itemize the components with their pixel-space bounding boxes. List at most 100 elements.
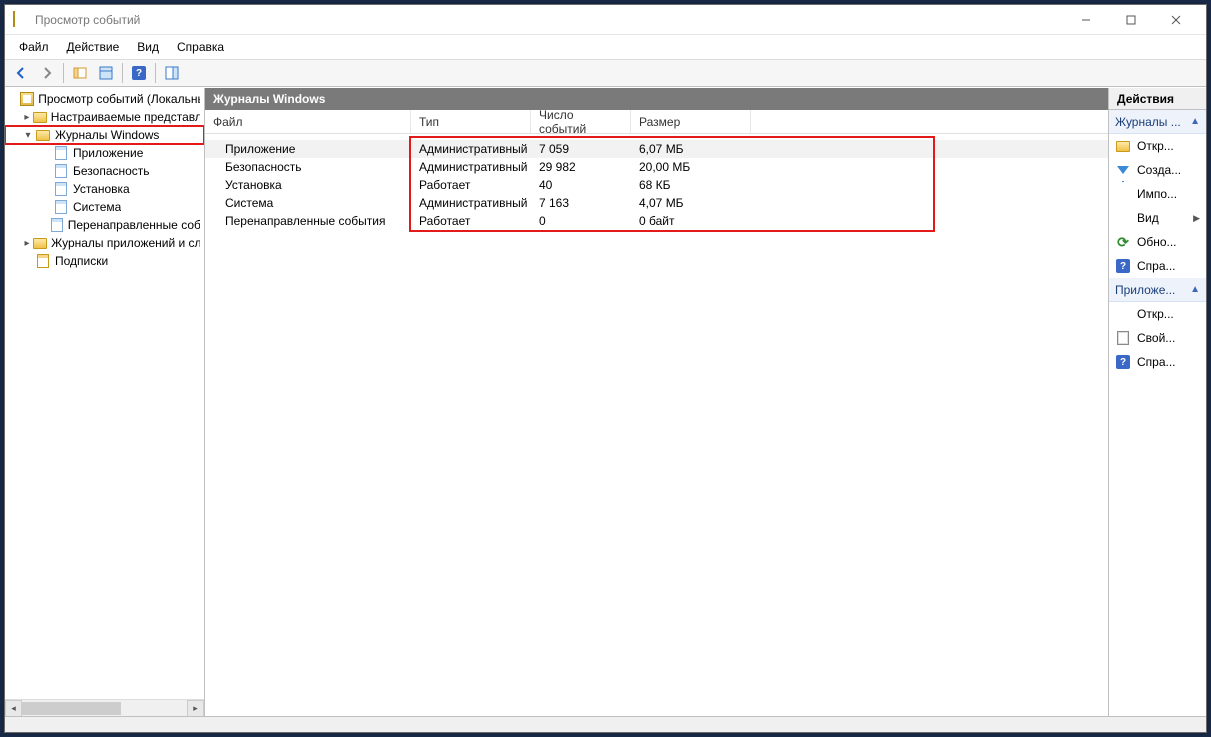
col-size[interactable]: Размер	[631, 110, 751, 133]
cell-name: Перенаправленные события	[205, 214, 411, 228]
scroll-track[interactable]	[22, 700, 187, 717]
tree-system[interactable]: Система	[5, 198, 204, 216]
toolbar: ?	[5, 59, 1206, 87]
nav-tree[interactable]: Просмотр событий (Локальный) ▸ Настраива…	[5, 88, 204, 699]
toolbar-separator	[63, 63, 64, 83]
cell-name: Приложение	[205, 142, 411, 156]
help-icon: ?	[1115, 354, 1131, 370]
tree-custom-views[interactable]: ▸ Настраиваемые представления	[5, 108, 204, 126]
cell-name: Система	[205, 196, 411, 210]
cell-type: Административный	[411, 196, 531, 210]
maximize-button[interactable]	[1108, 6, 1153, 34]
list-row[interactable]: СистемаАдминистративный7 1634,07 МБ	[205, 194, 1108, 212]
list-row[interactable]: ПриложениеАдминистративный7 0596,07 МБ	[205, 140, 1108, 158]
collapse-icon: ▲	[1190, 284, 1200, 295]
center-title: Журналы Windows	[205, 88, 1108, 110]
folder-icon	[33, 109, 47, 125]
cell-type: Работает	[411, 178, 531, 192]
action-group-logs[interactable]: Журналы ... ▲	[1109, 110, 1206, 134]
list-row[interactable]: БезопасностьАдминистративный29 98220,00 …	[205, 158, 1108, 176]
refresh-icon: ⟳	[1115, 234, 1131, 250]
action-import-view[interactable]: Импо...	[1109, 182, 1206, 206]
tree-subscriptions[interactable]: Подписки	[5, 252, 204, 270]
col-type[interactable]: Тип	[411, 110, 531, 133]
action-group-label: Журналы ...	[1115, 115, 1181, 129]
chevron-right-icon[interactable]: ▸	[21, 112, 33, 123]
help-icon: ?	[1115, 258, 1131, 274]
chevron-right-icon[interactable]: ▸	[21, 238, 33, 249]
cell-name: Установка	[205, 178, 411, 192]
action-view-submenu[interactable]: Вид ▶	[1109, 206, 1206, 230]
forward-button[interactable]	[35, 61, 59, 85]
tree-app-services[interactable]: ▸ Журналы приложений и служб	[5, 234, 204, 252]
cell-size: 6,07 МБ	[631, 142, 751, 156]
tree-root[interactable]: Просмотр событий (Локальный)	[5, 90, 204, 108]
center-pane: Журналы Windows Файл Тип Число событий Р…	[205, 88, 1109, 716]
cell-size: 20,00 МБ	[631, 160, 751, 174]
properties-icon	[1115, 330, 1131, 346]
log-listview[interactable]: Файл Тип Число событий Размер Приложение…	[205, 110, 1108, 716]
list-row[interactable]: Перенаправленные событияРаботает00 байт	[205, 212, 1108, 230]
action-help[interactable]: ? Спра...	[1109, 254, 1206, 278]
import-icon	[1115, 186, 1131, 202]
horizontal-scrollbar[interactable]: ◂ ▸	[5, 699, 204, 716]
close-button[interactable]	[1153, 6, 1198, 34]
menu-help[interactable]: Справка	[169, 37, 232, 57]
cell-type: Административный	[411, 142, 531, 156]
collapse-icon: ▲	[1190, 116, 1200, 127]
folder-icon	[33, 235, 47, 251]
action-create-view[interactable]: Созда...	[1109, 158, 1206, 182]
window-controls	[1063, 6, 1198, 34]
titlebar: Просмотр событий	[5, 5, 1206, 35]
log-icon	[53, 145, 69, 161]
list-row[interactable]: УстановкаРаботает4068 КБ	[205, 176, 1108, 194]
back-button[interactable]	[9, 61, 33, 85]
scroll-right-button[interactable]: ▸	[187, 700, 204, 717]
tree-label: Настраиваемые представления	[51, 110, 200, 124]
toolbar-help-button[interactable]: ?	[127, 61, 151, 85]
scroll-thumb[interactable]	[22, 702, 121, 715]
action-open-saved-log[interactable]: Откр...	[1109, 134, 1206, 158]
tree-application[interactable]: Приложение	[5, 144, 204, 162]
tree-label: Подписки	[55, 254, 108, 268]
show-tree-button[interactable]	[68, 61, 92, 85]
menu-action[interactable]: Действие	[59, 37, 128, 57]
toolbar-props-button[interactable]	[94, 61, 118, 85]
listview-header: Файл Тип Число событий Размер	[205, 110, 1108, 134]
col-count[interactable]: Число событий	[531, 110, 631, 133]
action-properties[interactable]: Свой...	[1109, 326, 1206, 350]
cell-count: 7 163	[531, 196, 631, 210]
cell-type: Работает	[411, 214, 531, 228]
action-help-2[interactable]: ? Спра...	[1109, 350, 1206, 374]
menu-file[interactable]: Файл	[11, 37, 57, 57]
actions-header: Действия	[1109, 88, 1206, 110]
tree-windows-logs[interactable]: ▾ Журналы Windows	[5, 126, 204, 144]
tree-label: Приложение	[73, 146, 143, 160]
cell-count: 0	[531, 214, 631, 228]
scroll-left-button[interactable]: ◂	[5, 700, 22, 717]
minimize-button[interactable]	[1063, 6, 1108, 34]
tree-label: Просмотр событий (Локальный)	[38, 92, 200, 106]
subscriptions-icon	[35, 253, 51, 269]
action-group-application[interactable]: Приложе... ▲	[1109, 278, 1206, 302]
tree-setup[interactable]: Установка	[5, 180, 204, 198]
toolbar-pane-button[interactable]	[160, 61, 184, 85]
cell-type: Административный	[411, 160, 531, 174]
col-name[interactable]: Файл	[205, 110, 411, 133]
action-refresh[interactable]: ⟳ Обно...	[1109, 230, 1206, 254]
tree-forwarded[interactable]: Перенаправленные события	[5, 216, 204, 234]
tree-label: Журналы Windows	[55, 128, 159, 142]
toolbar-separator	[122, 63, 123, 83]
tree-security[interactable]: Безопасность	[5, 162, 204, 180]
log-icon	[53, 181, 69, 197]
app-icon	[13, 12, 29, 28]
menu-view[interactable]: Вид	[129, 37, 167, 57]
log-icon	[53, 163, 69, 179]
folder-open-icon	[1115, 138, 1131, 154]
log-icon	[53, 199, 69, 215]
action-open[interactable]: Откр...	[1109, 302, 1206, 326]
actions-pane: Действия Журналы ... ▲ Откр... Созда... …	[1109, 88, 1206, 716]
cell-size: 68 КБ	[631, 178, 751, 192]
chevron-down-icon[interactable]: ▾	[21, 130, 35, 141]
log-icon	[51, 217, 64, 233]
